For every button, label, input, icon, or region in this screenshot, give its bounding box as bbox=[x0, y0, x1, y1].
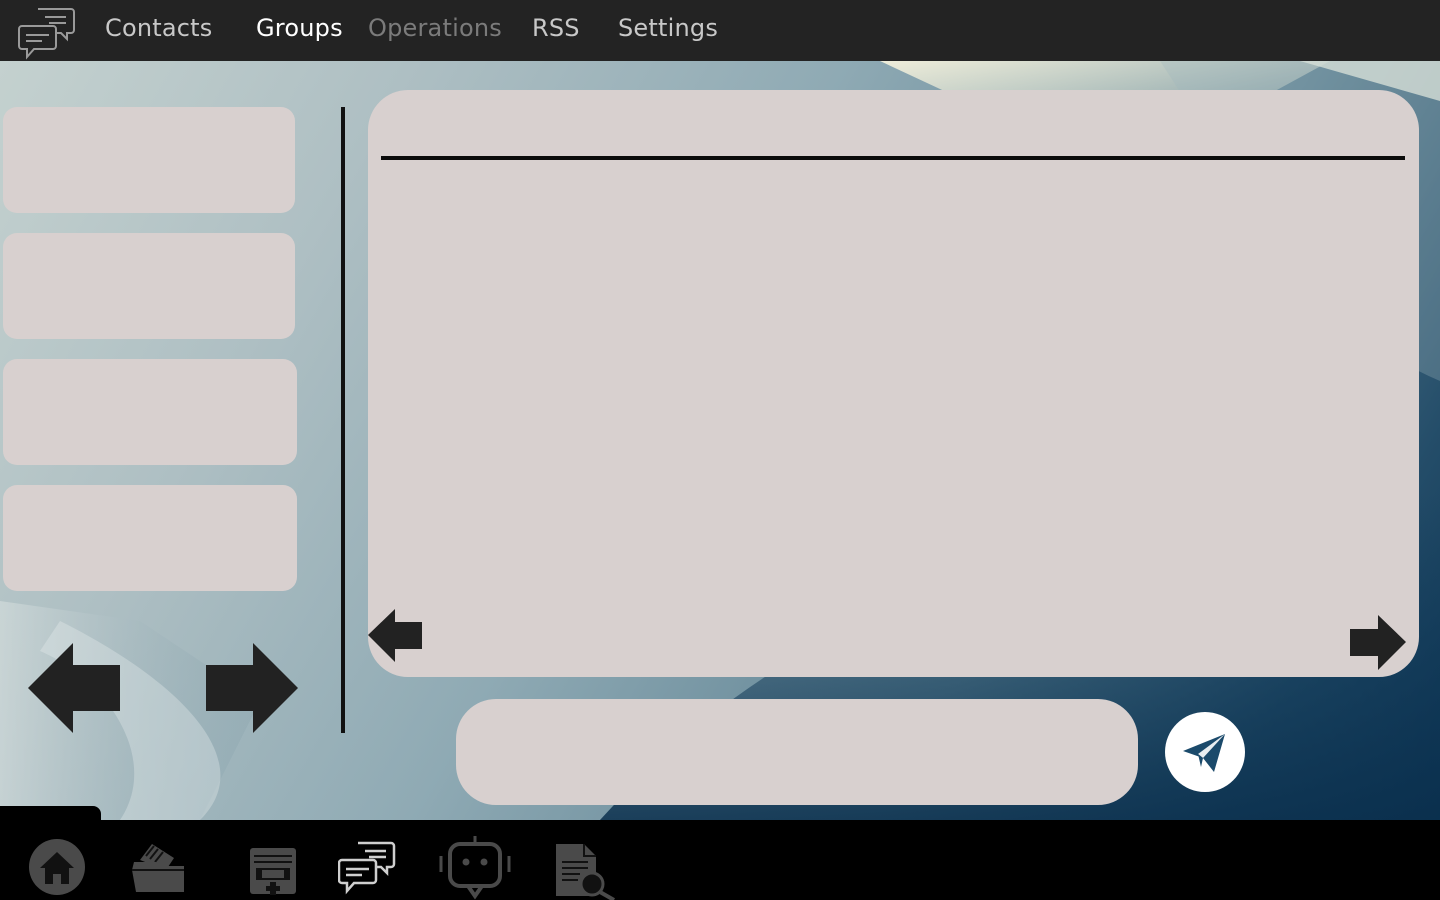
group-list-item[interactable] bbox=[3, 359, 297, 465]
nav-operations[interactable]: Operations bbox=[368, 14, 502, 42]
message-input[interactable] bbox=[456, 699, 1138, 805]
send-button[interactable] bbox=[1165, 712, 1245, 792]
send-paper-plane-icon bbox=[1183, 734, 1225, 772]
group-list-item[interactable] bbox=[3, 107, 295, 213]
chat-previous-arrow-icon[interactable] bbox=[368, 609, 422, 662]
chat-logo-icon[interactable] bbox=[18, 6, 76, 62]
nav-contacts[interactable]: Contacts bbox=[105, 14, 212, 42]
medical-record-icon[interactable] bbox=[248, 846, 298, 896]
group-list-item[interactable] bbox=[3, 233, 295, 339]
nav-rss[interactable]: RSS bbox=[532, 14, 580, 42]
chat-message-area[interactable] bbox=[381, 164, 1405, 604]
document-search-icon[interactable] bbox=[554, 840, 616, 900]
home-icon[interactable] bbox=[28, 838, 86, 896]
chat-header bbox=[381, 90, 1405, 156]
chat-bubbles-icon[interactable] bbox=[338, 840, 396, 896]
chat-next-arrow-icon[interactable] bbox=[1350, 615, 1406, 670]
chat-panel bbox=[368, 90, 1419, 677]
nav-groups[interactable]: Groups bbox=[256, 14, 343, 42]
nav-settings[interactable]: Settings bbox=[618, 14, 718, 42]
vertical-divider bbox=[341, 107, 345, 733]
list-previous-arrow-icon[interactable] bbox=[28, 643, 120, 733]
list-next-arrow-icon[interactable] bbox=[206, 643, 298, 733]
bottom-dock bbox=[0, 820, 1440, 900]
group-list-item[interactable] bbox=[3, 485, 297, 591]
chat-header-divider bbox=[381, 156, 1405, 160]
notes-folder-icon[interactable] bbox=[130, 840, 186, 896]
bot-icon[interactable] bbox=[438, 836, 512, 900]
top-navbar: Contacts Groups Operations RSS Settings bbox=[0, 0, 1440, 61]
